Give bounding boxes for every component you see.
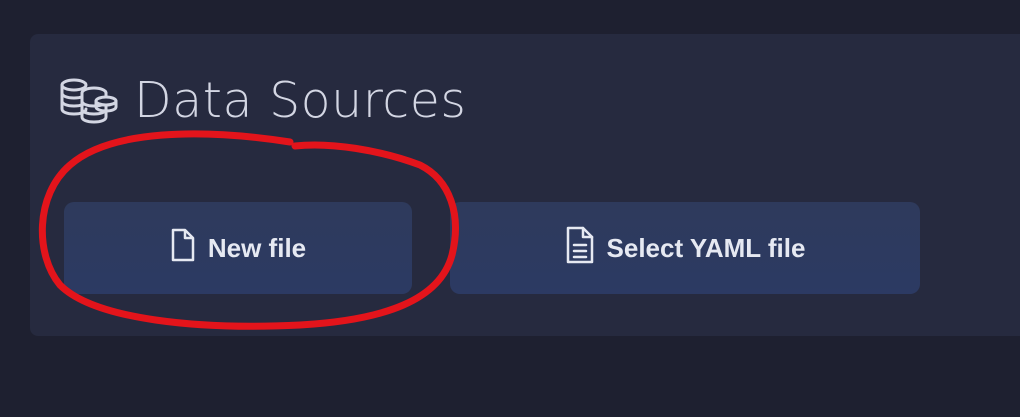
data-sources-panel: Data Sources New file Select YAML file bbox=[30, 34, 1020, 336]
coins-database-icon bbox=[58, 73, 120, 129]
new-file-label: New file bbox=[207, 232, 307, 263]
select-yaml-file-button[interactable]: Select YAML file bbox=[450, 202, 920, 294]
page-title: Data Sources bbox=[134, 72, 467, 129]
panel-header: Data Sources bbox=[58, 72, 466, 129]
file-text-icon bbox=[565, 225, 607, 272]
new-file-button[interactable]: New file bbox=[64, 202, 412, 294]
select-yaml-file-label: Select YAML file bbox=[606, 232, 806, 263]
file-icon bbox=[170, 227, 208, 270]
